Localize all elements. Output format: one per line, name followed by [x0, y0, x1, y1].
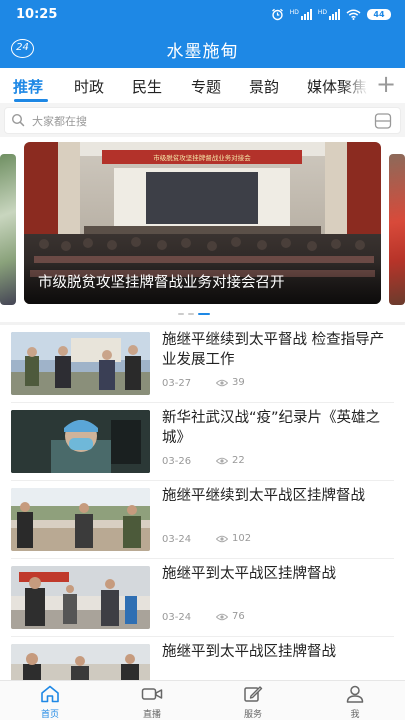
carousel-dot [178, 313, 184, 315]
news-view-count: 76 [232, 611, 245, 622]
home-icon [41, 685, 59, 703]
tab-special-topics[interactable]: 专题 [191, 76, 221, 97]
news-view-count: 22 [232, 455, 245, 466]
battery-icon: 44 [367, 9, 391, 20]
nav-live[interactable]: 直播 [122, 681, 182, 720]
status-bar: 10:25 HD HD 44 [0, 0, 405, 30]
search-icon [11, 113, 25, 127]
news-title: 施继平到太平战区挂牌督战 [162, 644, 336, 660]
news-views: 102 [216, 533, 251, 544]
news-item[interactable]: 施继平到太平战区挂牌督战 03-24 76 [0, 559, 405, 637]
news-item[interactable]: 施继平继续到太平督战 检查指导产业发展工作 03-27 39 [0, 325, 405, 403]
search-input[interactable]: 大家都在搜 [32, 113, 87, 129]
banner-caption-overlay: 市级脱贫攻坚挂牌督战业务对接会召开 [24, 262, 381, 304]
carousel-indicator [178, 313, 210, 315]
signal-icon: HD [318, 9, 340, 20]
news-title: 施继平继续到太平战区挂牌督战 [162, 488, 365, 504]
tab-recommend[interactable]: 推荐 [13, 76, 43, 97]
news-thumbnail [11, 566, 150, 629]
signal-label: HD [317, 9, 327, 16]
banner-backdrop-text: 市级脱贫攻坚挂牌督战业务对接会 [153, 153, 251, 162]
edit-icon [244, 686, 263, 702]
category-tabs: 推荐 时政 民生 专题 景韵 媒体聚焦 + [0, 68, 405, 103]
eye-icon [216, 535, 228, 542]
banner-slide[interactable]: 市级脱贫攻坚挂牌督战业务对接会 市级脱贫攻坚挂牌督战业务对接会召开 [24, 142, 381, 304]
news-item[interactable]: 新华社武汉战“疫”纪录片《英雄之城》 03-26 22 [0, 403, 405, 481]
scan-icon[interactable] [374, 112, 392, 130]
tab-politics[interactable]: 时政 [74, 76, 104, 97]
nav-services[interactable]: 服务 [223, 681, 283, 720]
news-date: 03-24 [162, 534, 192, 545]
nav-me-label: 我 [350, 710, 360, 720]
news-date: 03-26 [162, 456, 192, 467]
status-icons: HD HD 44 [271, 8, 391, 21]
news-item[interactable]: 施继平继续到太平战区挂牌督战 03-24 102 [0, 481, 405, 559]
tab-scenery[interactable]: 景韵 [249, 76, 279, 97]
news-date: 03-24 [162, 612, 192, 623]
news-date: 03-27 [162, 378, 192, 389]
app-title: 水墨施甸 [166, 42, 239, 62]
news-title: 新华社武汉战“疫”纪录片《英雄之城》 [162, 410, 381, 446]
nav-services-label: 服务 [243, 710, 262, 720]
banner-prev-image[interactable] [0, 154, 16, 305]
app-bar: 24 水墨施甸 [0, 30, 405, 68]
eye-icon [216, 379, 228, 386]
news-thumbnail [11, 644, 150, 680]
news-view-count: 102 [232, 533, 252, 544]
signal-label: HD [289, 9, 299, 16]
banner-carousel: 市级脱贫攻坚挂牌督战业务对接会 市级脱贫攻坚挂牌督战业务对接会召开 [0, 137, 405, 322]
news-thumbnail [11, 332, 150, 395]
news-item[interactable]: 施继平到太平战区挂牌督战 [0, 637, 405, 680]
news-views: 76 [216, 611, 245, 622]
signal-icon: HD [290, 9, 312, 20]
carousel-dot [188, 313, 194, 315]
tabs-fade [341, 68, 369, 103]
active-tab-indicator [14, 99, 48, 102]
status-time: 10:25 [16, 7, 58, 22]
banner-caption: 市级脱贫攻坚挂牌督战业务对接会召开 [38, 275, 285, 291]
news-views: 22 [216, 455, 245, 466]
eye-icon [216, 457, 228, 464]
news-view-count: 39 [232, 377, 245, 388]
news-thumbnail [11, 410, 150, 473]
banner-next-image[interactable] [389, 154, 405, 305]
nav-home[interactable]: 首页 [20, 681, 80, 720]
news-title: 施继平继续到太平督战 检查指导产业发展工作 [162, 332, 385, 368]
tab-livelihood[interactable]: 民生 [132, 76, 162, 97]
search-bar: 大家都在搜 [0, 103, 405, 137]
carousel-dot-active [198, 313, 210, 315]
search-box[interactable]: 大家都在搜 [4, 107, 401, 134]
eye-icon [216, 613, 228, 620]
nav-home-label: 首页 [40, 710, 59, 720]
nav-me[interactable]: 我 [325, 681, 385, 720]
news-thumbnail [11, 488, 150, 551]
news-list: 施继平继续到太平督战 检查指导产业发展工作 03-27 39 新华社武汉战“疫”… [0, 325, 405, 680]
alarm-icon [271, 8, 283, 21]
news-views: 39 [216, 377, 245, 388]
plus-icon[interactable]: + [367, 68, 405, 103]
nav-live-label: 直播 [142, 710, 161, 720]
user-icon [346, 685, 364, 703]
wifi-icon [346, 9, 361, 20]
bottom-nav: 首页 直播 服务 我 [0, 680, 405, 720]
news-title: 施继平到太平战区挂牌督战 [162, 566, 336, 582]
video-icon [141, 688, 163, 700]
